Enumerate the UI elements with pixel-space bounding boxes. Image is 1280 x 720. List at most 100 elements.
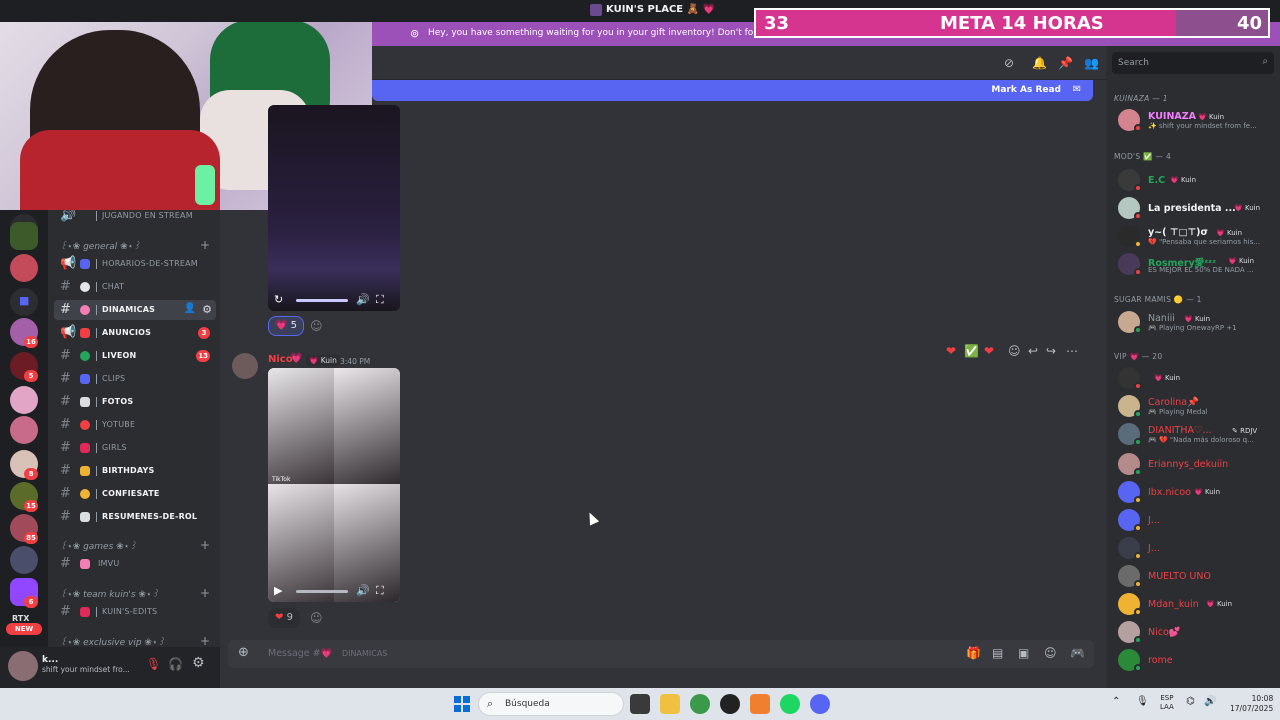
member-item[interactable]: Carolina📌 🎮 Playing Medal [1114,394,1278,420]
member-item[interactable]: Eriannys_dekuiin [1114,452,1278,478]
channel-liveon[interactable]: # liveon 13 [54,346,216,366]
server-zelda[interactable] [10,222,38,250]
category-team-kuins[interactable]: ꒰⋆❀ team kuin's ❀⋆꒱ + [60,586,210,600]
category-games[interactable]: ꒰⋆❀ games ❀⋆꒱ + [60,538,210,552]
red-heart-reaction-quick-icon[interactable]: ❤ [984,344,994,358]
emoji-icon[interactable]: ☺ [1044,646,1057,660]
server-avatar-5[interactable] [10,416,38,444]
message-composer[interactable]: ⊕ Message #💗 dinamicas 🎁 ▤ ▣ ☺ 🎮 [228,640,1094,668]
wifi-icon[interactable]: ⌬ [1186,696,1195,707]
add-reaction-icon[interactable]: ☺ [310,611,323,625]
heart-reaction[interactable]: ❤ 9 [268,608,300,628]
new-messages-bar[interactable]: Mark As Read ✉ [372,80,1093,101]
invite-icon[interactable]: 👤 [184,303,196,314]
channel-girls[interactable]: # girls [54,438,216,458]
category-general[interactable]: ꒰⋆❀ general ❀⋆꒱ + [60,238,210,252]
taskbar-search[interactable]: ⌕ Búsqueda [478,692,624,716]
server-avatar-7[interactable]: 15 [10,482,38,512]
member-item[interactable]: DIANITHA♡... ✎ RDJV 🎮 💔 "Nada más doloro… [1114,422,1278,448]
message-placeholder[interactable]: Message #💗 [268,648,332,659]
member-list-icon[interactable]: 👥 [1084,56,1099,70]
server-rtx-label[interactable]: RTX [12,614,29,623]
new-badge[interactable]: NEW [6,623,42,635]
server-avatar-4[interactable] [10,386,38,414]
fullscreen-icon[interactable]: ⛶ [376,293,384,307]
channel-jugando-en-stream[interactable]: 🔊 JUGANDO EN STREAM [54,210,216,226]
channel-dinamicas[interactable]: # dinamicas 👤 ⚙ [54,300,216,320]
channel-fotos[interactable]: # fotos [54,392,216,412]
channel-resumenes-de-rol[interactable]: # resumenes-de-rol [54,507,216,527]
channel-confiesate[interactable]: # confiesate [54,484,216,504]
volume-icon[interactable]: 🔊 [356,293,370,306]
video-progress-bar[interactable] [296,299,348,302]
play-icon[interactable]: ▶ [274,584,282,597]
avatar[interactable] [8,651,38,681]
member-item[interactable]: Mdan_kuin 💗 Kuin [1114,592,1278,618]
reply-icon[interactable]: ↩ [1028,344,1038,358]
server-avatar-9[interactable] [10,546,38,574]
pin-icon[interactable]: 📌 [1058,56,1073,70]
chrome-icon[interactable] [690,694,710,714]
member-item[interactable]: KUINAZA 💗 Kuin ✨ shift your mindset from… [1114,108,1278,134]
add-reaction-icon[interactable]: ☺ [1008,344,1021,358]
server-avatar-2[interactable]: 16 [10,318,38,348]
mute-microphone-icon[interactable]: 🎙 [146,657,161,671]
tray-chevron-icon[interactable]: ⌃ [1112,696,1120,707]
category-exclusive-vip[interactable]: ꒰⋆❀ exclusive vip ❀⋆꒱ + [60,634,210,647]
username[interactable]: k... [42,655,58,665]
member-item[interactable]: MUELTO UNO [1114,564,1278,590]
gift-icon[interactable]: 🎁 [966,646,981,660]
server-avatar-3[interactable]: 5 [10,352,38,382]
file-explorer-icon[interactable] [660,694,680,714]
checkmark-reaction-quick-icon[interactable]: ✅ [964,344,979,358]
threads-icon[interactable]: ⊘ [1004,56,1014,70]
folder-icon[interactable]: ■ [10,288,38,316]
channel-anuncios[interactable]: 📢 anuncios 3 [54,323,216,343]
channel-yotube[interactable]: # yotube [54,415,216,435]
microphone-icon[interactable]: 🎙 [1136,696,1149,707]
add-channel-icon[interactable]: + [200,238,210,252]
gif-icon[interactable]: ▤ [992,646,1003,660]
member-item[interactable]: 💗 Kuin [1114,366,1278,392]
member-item[interactable]: Nico💕 [1114,620,1278,646]
channel-settings-icon[interactable]: ⚙ [202,303,212,316]
member-item[interactable]: Rosmery愛ᶻᶻᶻ 💗 Kuin ES MEJOR EL 50% DE NA… [1114,252,1278,278]
server-avatar-6[interactable]: 8 [10,450,38,480]
server-avatar-1[interactable] [10,254,38,282]
app-icon[interactable] [750,694,770,714]
video-attachment[interactable]: TikTok ▶ 🔊 ⛶ [268,368,400,602]
add-channel-icon[interactable]: + [200,634,210,647]
server-twitch[interactable]: 6 [10,578,38,608]
more-options-icon[interactable]: ⋯ [1066,344,1078,358]
member-item[interactable]: J... [1114,508,1278,534]
member-item[interactable]: La presidenta ... 💗 Kuin [1114,196,1278,222]
notification-bell-icon[interactable]: 🔔 [1032,56,1047,70]
member-item[interactable]: rome [1114,648,1278,674]
member-item[interactable]: J... [1114,536,1278,562]
member-item[interactable]: E.C 💗 Kuin [1114,168,1278,194]
channel-kuins-edits[interactable]: # kuin's-edits [54,602,216,622]
activities-icon[interactable]: 🎮 [1070,646,1085,660]
volume-icon[interactable]: 🔊 [1204,696,1216,707]
channel-clips[interactable]: # clips [54,369,216,389]
obs-icon[interactable] [720,694,740,714]
member-item[interactable]: y~( ⊤□⊤)σ 💗 Kuin 💔 "Pensaba que seriamos… [1114,224,1278,250]
message-author[interactable]: Nico [268,354,293,365]
member-item[interactable]: Ibx.nicoo 💗 Kuin [1114,480,1278,506]
search-input[interactable]: Search ⌕ [1112,52,1274,74]
volume-icon[interactable]: 🔊 [356,584,370,597]
system-clock[interactable]: 10:08 17/07/2025 [1230,694,1273,714]
add-channel-icon[interactable]: + [200,538,210,552]
video-progress-bar[interactable] [296,590,348,593]
channel-chat[interactable]: # chat [54,277,216,297]
sticker-icon[interactable]: ▣ [1018,646,1029,660]
fullscreen-icon[interactable]: ⛶ [376,584,384,598]
deafen-headphones-icon[interactable]: 🎧 [168,657,183,671]
server-avatar-8[interactable]: 85 [10,514,38,544]
mark-as-read-button[interactable]: Mark As Read [991,85,1061,95]
channel-horarios-de-stream[interactable]: 📢 horarios-de-stream [54,254,216,274]
language-indicator[interactable]: ESP LAA [1160,694,1174,712]
discord-icon[interactable] [810,694,830,714]
member-item[interactable]: Naniii 💗 Kuin 🎮 Playing OnewayRP +1 [1114,310,1278,336]
channel-imvu[interactable]: # imvu [54,554,216,574]
